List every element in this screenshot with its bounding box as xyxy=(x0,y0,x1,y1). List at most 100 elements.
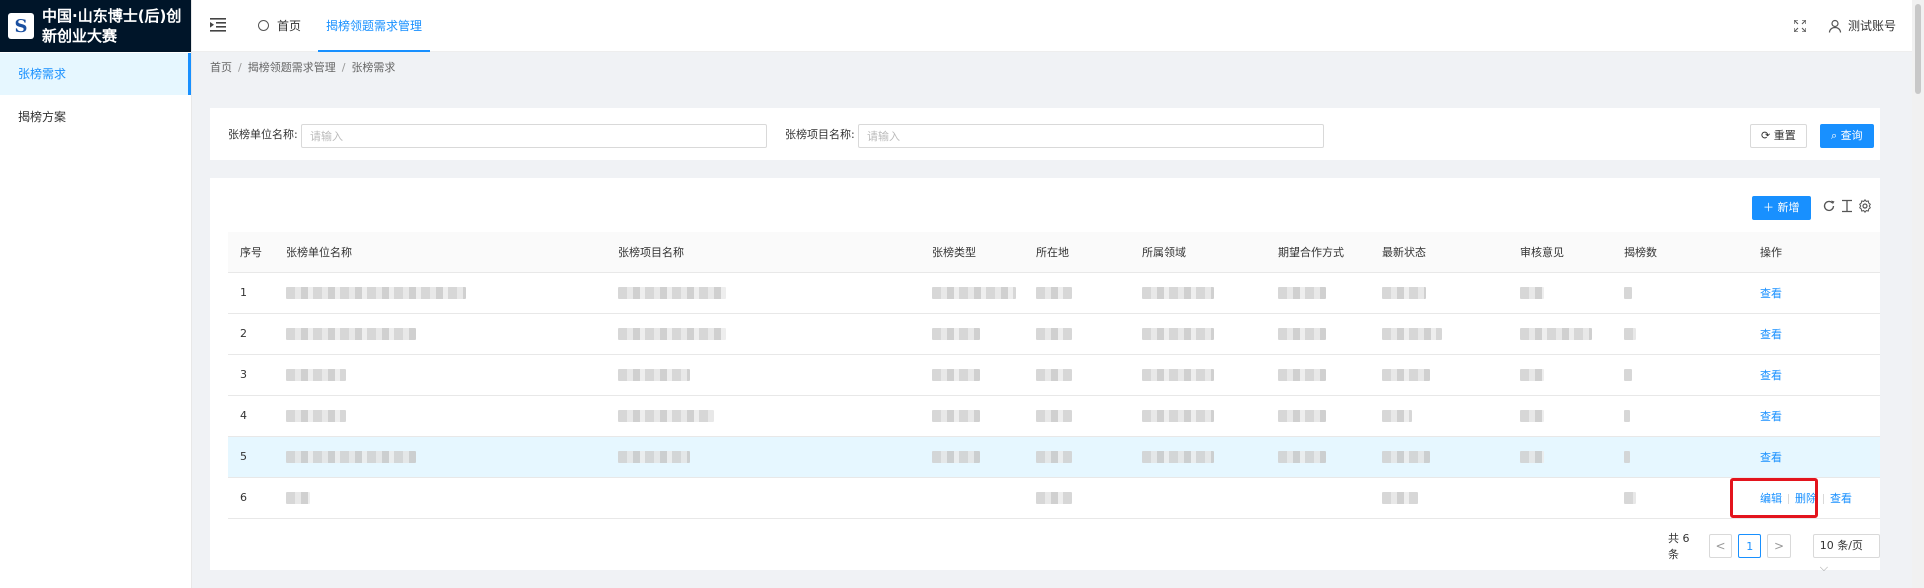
redacted-text xyxy=(1036,410,1072,422)
page-number-1[interactable]: 1 xyxy=(1738,534,1762,558)
menu-fold-icon[interactable] xyxy=(210,18,226,32)
table-row: 2 查看 xyxy=(228,313,1880,355)
page-scrollbar[interactable] xyxy=(1912,0,1924,588)
action-cell: 查看 xyxy=(1748,313,1880,355)
redacted-text xyxy=(1520,369,1544,381)
col-header-unit: 张榜单位名称 xyxy=(274,232,606,273)
page-size-select[interactable]: 10 条/页 ⌵ xyxy=(1812,534,1881,574)
redacted-cell xyxy=(1612,313,1748,355)
app-title: 中国·山东博士(后)创 新创业大赛 xyxy=(42,6,181,46)
empty-cell xyxy=(1130,477,1266,519)
tab-home[interactable]: 首页 xyxy=(258,0,301,52)
view-link[interactable]: 查看 xyxy=(1830,492,1852,505)
redacted-cell xyxy=(1130,395,1266,437)
scrollbar-thumb[interactable] xyxy=(1915,4,1921,94)
redacted-cell xyxy=(1024,354,1130,396)
redacted-text xyxy=(286,492,310,504)
redacted-cell xyxy=(920,436,1024,478)
empty-cell xyxy=(1508,477,1612,519)
page-size-value: 10 条/页 xyxy=(1819,539,1863,552)
redacted-cell xyxy=(1130,272,1266,314)
redacted-text xyxy=(1624,328,1636,340)
empty-cell xyxy=(920,477,1024,519)
redacted-text xyxy=(1382,410,1412,422)
column-height-icon[interactable] xyxy=(1840,199,1854,213)
sidebar-item-requirements[interactable]: 张榜需求 xyxy=(0,53,191,95)
tab-active-label: 揭榜领题需求管理 xyxy=(325,19,422,33)
redacted-text xyxy=(1382,328,1442,340)
unit-name-input[interactable] xyxy=(301,124,767,148)
row-index: 2 xyxy=(228,313,274,355)
redacted-text xyxy=(286,369,346,381)
redacted-cell xyxy=(1024,395,1130,437)
action-cell: 查看 xyxy=(1748,354,1880,396)
fullscreen-icon[interactable] xyxy=(1794,20,1806,32)
redacted-cell xyxy=(1024,477,1130,519)
redacted-text xyxy=(286,328,416,340)
breadcrumb-separator: / xyxy=(238,61,242,74)
project-name-input[interactable] xyxy=(858,124,1324,148)
redacted-text xyxy=(1036,492,1072,504)
search-icon: ⌕ xyxy=(1831,129,1838,142)
redacted-cell xyxy=(1266,272,1370,314)
redacted-cell xyxy=(1370,313,1508,355)
redacted-cell xyxy=(1266,313,1370,355)
redacted-text xyxy=(1520,287,1544,299)
reset-button[interactable]: ⟳ 重置 xyxy=(1750,124,1807,148)
redacted-text xyxy=(1278,328,1326,340)
view-link[interactable]: 查看 xyxy=(1760,451,1782,464)
redacted-text xyxy=(932,328,980,340)
redacted-cell xyxy=(1612,395,1748,437)
user-menu[interactable]: 测试账号 xyxy=(1828,0,1896,52)
view-link[interactable]: 查看 xyxy=(1760,369,1782,382)
breadcrumb: 首页 / 揭榜领题需求管理 / 张榜需求 xyxy=(210,52,395,84)
redacted-text xyxy=(618,410,714,422)
redacted-cell xyxy=(274,395,606,437)
app-logo-icon: S xyxy=(8,13,34,39)
unit-name-label: 张榜单位名称: xyxy=(228,128,298,141)
col-header-status: 最新状态 xyxy=(1370,232,1508,273)
logo-bar: S 中国·山东博士(后)创 新创业大赛 xyxy=(0,0,191,52)
redacted-cell xyxy=(1370,477,1508,519)
action-cell: 查看 xyxy=(1748,436,1880,478)
redacted-text xyxy=(1142,410,1214,422)
add-button[interactable]: ＋ 新增 xyxy=(1752,196,1811,220)
add-label: 新增 xyxy=(1777,201,1800,214)
tab-requirement-management[interactable]: 揭榜领题需求管理 xyxy=(318,0,430,52)
redacted-cell xyxy=(606,354,920,396)
col-header-count: 揭榜数 xyxy=(1612,232,1748,273)
redacted-cell xyxy=(1130,354,1266,396)
row-index: 4 xyxy=(228,395,274,437)
redacted-text xyxy=(1036,287,1072,299)
breadcrumb-item-management[interactable]: 揭榜领题需求管理 xyxy=(248,61,336,74)
redacted-text xyxy=(1382,287,1426,299)
table-row: 4 查看 xyxy=(228,395,1880,437)
view-link[interactable]: 查看 xyxy=(1760,287,1782,300)
redacted-text xyxy=(1624,451,1630,463)
redacted-cell xyxy=(1024,436,1130,478)
view-link[interactable]: 查看 xyxy=(1760,410,1782,423)
table-row: 3 查看 xyxy=(228,354,1880,396)
settings-icon[interactable] xyxy=(1858,199,1872,213)
redacted-text xyxy=(1278,451,1326,463)
redacted-cell xyxy=(274,477,606,519)
breadcrumb-separator: / xyxy=(341,61,346,74)
redacted-cell xyxy=(1508,272,1612,314)
redacted-text xyxy=(1036,451,1072,463)
redacted-cell xyxy=(1508,354,1612,396)
redacted-cell xyxy=(274,313,606,355)
annotation-highlight-box xyxy=(1730,478,1818,518)
sidebar-item-label: 揭榜方案 xyxy=(18,110,67,124)
redacted-text xyxy=(1624,492,1636,504)
redacted-cell xyxy=(1612,354,1748,396)
view-link[interactable]: 查看 xyxy=(1760,328,1782,341)
prev-page-button[interactable]: < xyxy=(1708,534,1733,558)
col-header-project: 张榜项目名称 xyxy=(606,232,920,273)
query-button[interactable]: ⌕ 查询 xyxy=(1820,124,1874,148)
breadcrumb-item-home[interactable]: 首页 xyxy=(210,61,232,74)
redacted-text xyxy=(1278,287,1326,299)
reload-icon[interactable] xyxy=(1822,199,1836,213)
redacted-text xyxy=(1382,492,1418,504)
next-page-button[interactable]: > xyxy=(1767,534,1791,558)
sidebar-item-solutions[interactable]: 揭榜方案 xyxy=(0,96,191,138)
